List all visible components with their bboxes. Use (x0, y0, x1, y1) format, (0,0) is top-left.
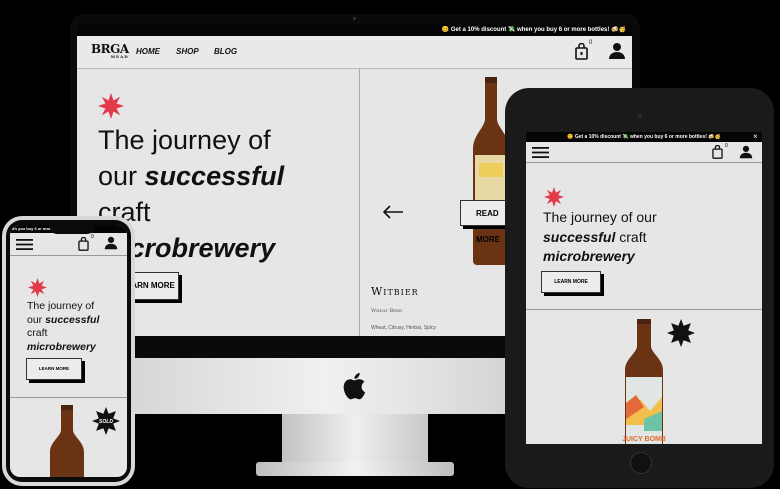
bottle-label-text: JUICY BOMB (622, 436, 666, 443)
tablet-divider (526, 309, 762, 310)
phone-hero-line-4: microbrewery (27, 341, 99, 355)
phone-cart-count: 0 (91, 234, 94, 240)
product-name: Witbier (371, 285, 419, 298)
desktop-stand-foot (256, 462, 454, 476)
tablet-hero-craft: craft (615, 228, 647, 245)
tablet-hero-emphasis-successful: successful (543, 228, 616, 245)
phone-learn-more-button[interactable]: LEARN MORE (26, 358, 82, 380)
phone-hero-emphasis-successful: successful (45, 313, 100, 326)
hero-line-1: The journey of (98, 125, 271, 155)
hero-line-2-prefix: our (98, 161, 145, 191)
tablet-user-icon[interactable] (739, 145, 753, 159)
hamburger-menu-icon[interactable] (532, 147, 549, 158)
phone-hero-emphasis-microbrewery: microbrewery (27, 340, 96, 353)
promo-text: 😊 Get a 10% discount 💸 when you buy 6 or… (441, 27, 626, 33)
promo-banner: 😊 Get a 10% discount 💸 when you buy 6 or… (77, 24, 632, 36)
tablet-header: 0 (526, 142, 762, 163)
tablet-bottle-image: JUICY BOMB (622, 319, 666, 444)
starburst-icon (98, 93, 124, 119)
phone-user-icon[interactable] (104, 236, 118, 250)
tablet-learn-more-button[interactable]: LEARN MORE (541, 271, 601, 293)
sold-badge-text: SOLD (99, 419, 113, 425)
tablet-hero-line-1: The journey of our (543, 209, 657, 225)
tablet-home-button[interactable] (630, 452, 652, 474)
nav-home[interactable]: HOME (136, 47, 160, 56)
tablet-hero-line-2: successful craft (543, 228, 657, 248)
tablet-hero-line-3: microbrewery (543, 247, 657, 267)
arrow-left-icon[interactable] (382, 205, 404, 219)
nav-shop[interactable]: SHOP (176, 47, 199, 56)
tablet-cart-icon[interactable] (712, 145, 723, 159)
apple-logo-icon (343, 372, 366, 400)
phone-divider (10, 397, 127, 398)
product-tags: Wheat, Citrusy, Herbal, Spicy (371, 325, 436, 331)
phone-cart-icon[interactable] (78, 237, 89, 251)
desktop-stand (282, 414, 428, 464)
tablet-starburst-icon (544, 187, 564, 207)
phone-sold-badge: SOLD (92, 407, 120, 435)
promo-close-icon[interactable]: × (753, 132, 758, 142)
hero-emphasis-successful: successful (144, 161, 285, 191)
cart-count: 0 (589, 40, 593, 46)
camera-dot (353, 17, 356, 20)
tablet-screen: 😊 Get a 10% discount 💸 when you buy 6 or… (526, 132, 762, 444)
phone-bottle-image (50, 405, 84, 477)
product-style: Wheat Beer (371, 308, 403, 314)
nav-blog[interactable]: BLOG (214, 47, 237, 56)
phone-starburst-icon (28, 278, 47, 297)
phone-hero-line-2: our successful (27, 314, 99, 328)
tablet-cart-count: 0 (725, 143, 728, 149)
cart-bag-icon[interactable] (575, 43, 588, 60)
phone-hero-headline: The journey of our successful craft micr… (27, 300, 99, 354)
site-header: BRGA MEAD HOME SHOP BLOG 0 (77, 36, 632, 69)
phone-screen: ith you buy 6 or more bottles! 0 The jou… (10, 225, 127, 477)
tablet-sold-badge (667, 319, 695, 347)
phone-hero-craft: craft (27, 327, 48, 339)
phone-header: 0 (10, 233, 127, 256)
tablet-promo-text: 😊 Get a 10% discount 💸 when you buy 6 or… (567, 134, 721, 140)
phone-hamburger-icon[interactable] (16, 239, 33, 250)
hero-line-2: our successful (98, 158, 284, 194)
user-account-icon[interactable] (608, 42, 626, 60)
brand-logo[interactable]: BRGA MEAD (91, 42, 129, 59)
tablet-hero-headline: The journey of our successful craft micr… (543, 208, 657, 267)
tablet-camera (638, 114, 642, 118)
tablet-hero-emphasis-microbrewery: microbrewery (543, 248, 635, 264)
phone-hero-our: our (27, 313, 46, 326)
phone-hero-line-1: The journey of (27, 300, 95, 312)
tablet-promo-banner: 😊 Get a 10% discount 💸 when you buy 6 or… (526, 132, 762, 142)
